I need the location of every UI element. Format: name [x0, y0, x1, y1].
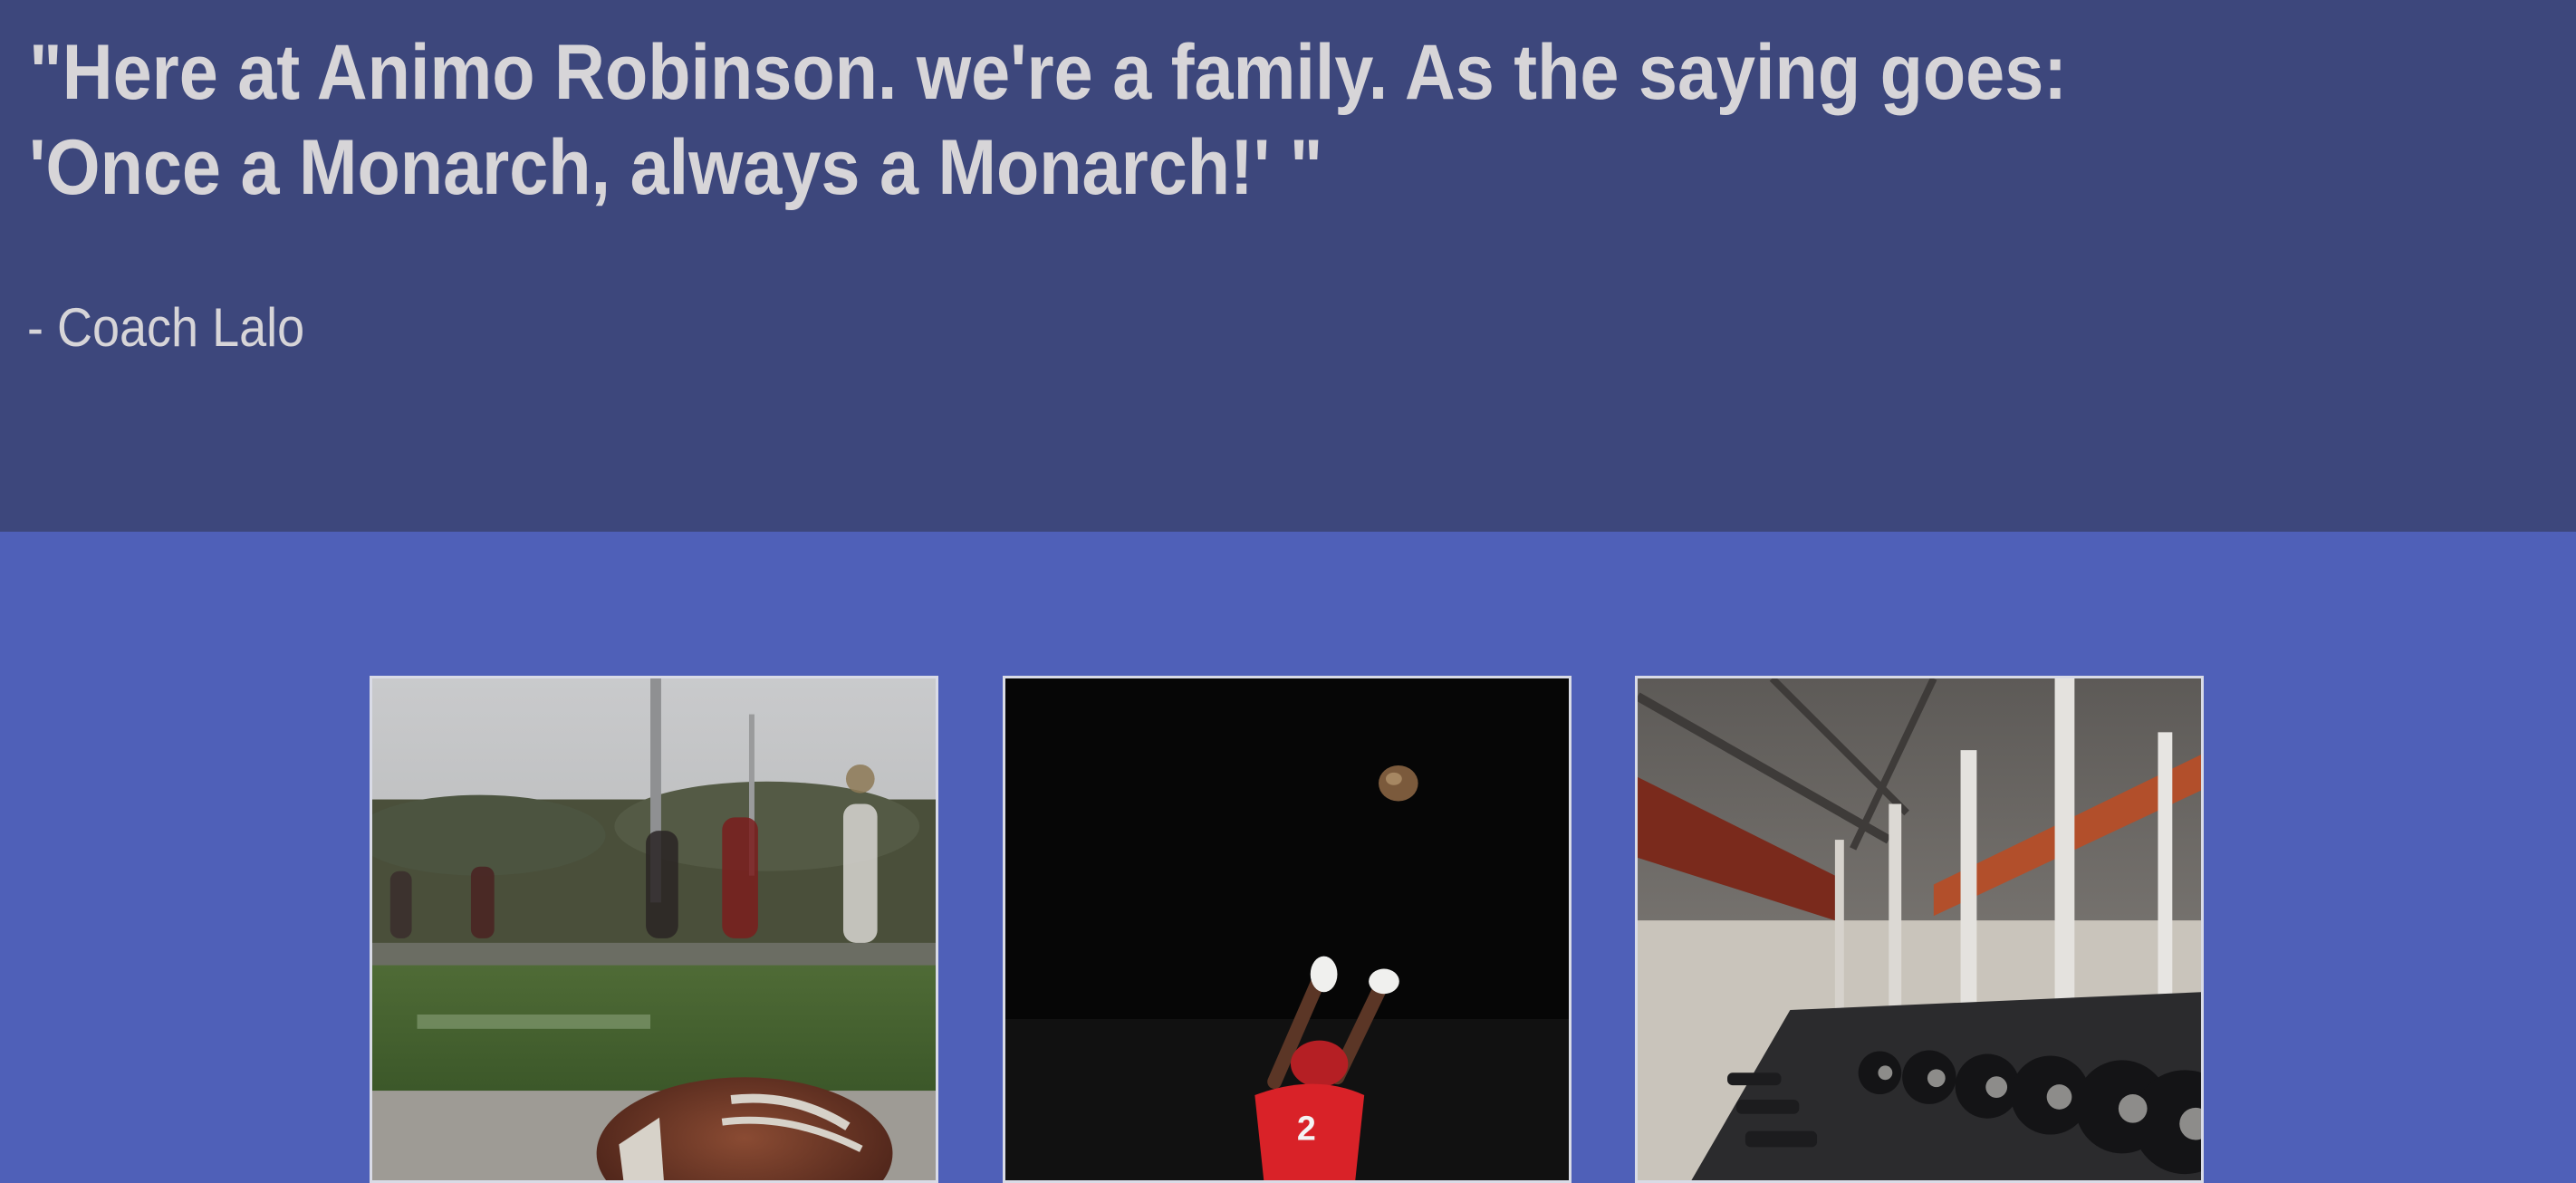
football-field-image — [372, 678, 936, 1180]
quote-text: "Here at Animo Robinson. we're a family.… — [29, 29, 2068, 211]
photo-gallery: 2 — [0, 532, 2576, 1183]
receiver-catch-photo: 2 — [1003, 676, 1572, 1183]
quote-author: - Coach Lalo — [27, 297, 305, 358]
receiver-catch-image: 2 — [1005, 678, 1569, 1180]
football-field-photo — [370, 676, 938, 1183]
weight-room-photo — [1635, 676, 2204, 1183]
quote-section: "Here at Animo Robinson. we're a family.… — [0, 0, 2576, 532]
jersey-number-graphic: 2 — [1297, 1110, 1316, 1148]
weight-room-image — [1638, 678, 2201, 1180]
